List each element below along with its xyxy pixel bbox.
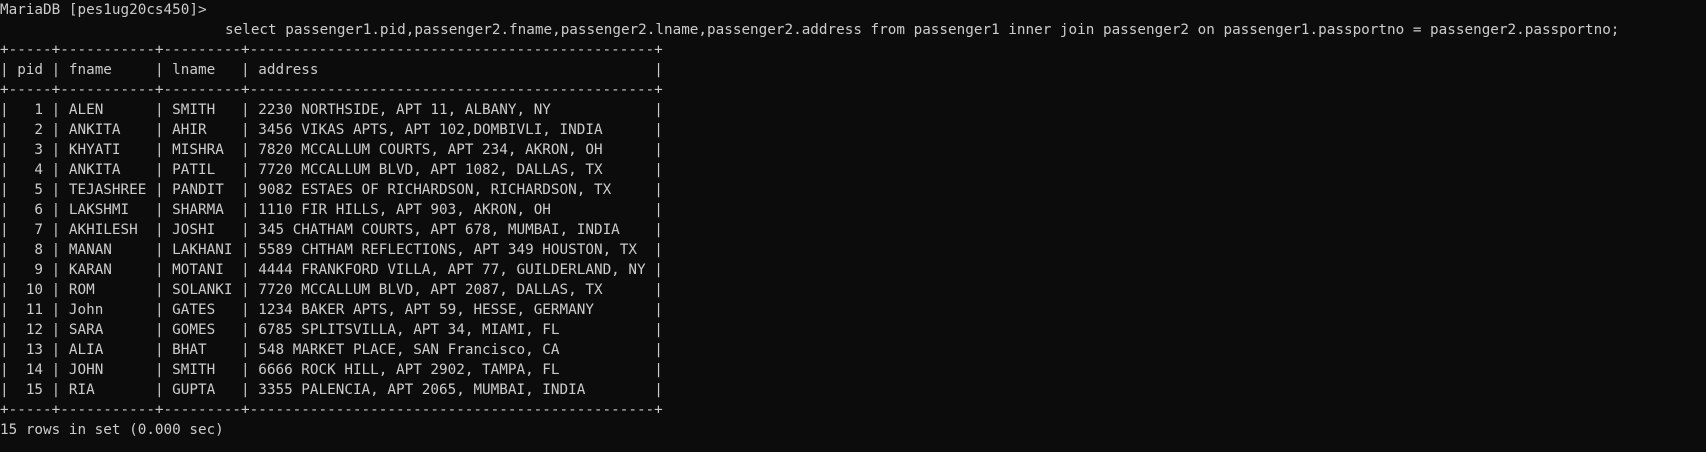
cell-lname: GUPTA xyxy=(172,382,233,398)
cell-address: 3456 VIKAS APTS, APT 102,DOMBIVLI, INDIA xyxy=(258,122,646,138)
cell-pid: 1 xyxy=(17,102,44,118)
table-row: | 15 | RIA | GUPTA | 3355 PALENCIA, APT … xyxy=(0,382,663,398)
cell-pid: 10 xyxy=(17,282,44,298)
cell-fname: JOHN xyxy=(68,362,147,378)
cell-pid: 11 xyxy=(17,302,44,318)
table-row: | 9 | KARAN | MOTANI | 4444 FRANKFORD VI… xyxy=(0,262,663,278)
table-row: | 7 | AKHILESH | JOSHI | 345 CHATHAM COU… xyxy=(0,222,663,238)
cell-address: 345 CHATHAM COURTS, APT 678, MUMBAI, IND… xyxy=(258,222,646,238)
cell-pid: 9 xyxy=(17,262,44,278)
cell-fname: ANKITA xyxy=(68,122,147,138)
cell-address: 2230 NORTHSIDE, APT 11, ALBANY, NY xyxy=(258,102,646,118)
table-row: | 14 | JOHN | SMITH | 6666 ROCK HILL, AP… xyxy=(0,362,663,378)
cell-lname: SOLANKI xyxy=(172,282,233,298)
cell-pid: 6 xyxy=(17,202,44,218)
cell-pid: 7 xyxy=(17,222,44,238)
cell-lname: SMITH xyxy=(172,102,233,118)
column-header-pid: pid xyxy=(17,62,44,78)
cell-lname: PANDIT xyxy=(172,182,233,198)
cell-lname: SHARMA xyxy=(172,202,233,218)
cell-address: 4444 FRANKFORD VILLA, APT 77, GUILDERLAN… xyxy=(258,262,646,278)
cell-pid: 2 xyxy=(17,122,44,138)
cell-lname: AHIR xyxy=(172,122,233,138)
cell-pid: 15 xyxy=(17,382,44,398)
table-border: +-----+-----------+---------+-----------… xyxy=(0,42,663,58)
cell-lname: PATIL xyxy=(172,162,233,178)
cell-fname: John xyxy=(68,302,147,318)
cell-pid: 8 xyxy=(17,242,44,258)
cell-address: 9082 ESTAES OF RICHARDSON, RICHARDSON, T… xyxy=(258,182,646,198)
cell-fname: AKHILESH xyxy=(68,222,147,238)
cell-fname: KARAN xyxy=(68,262,147,278)
cell-pid: 5 xyxy=(17,182,44,198)
table-row: | 5 | TEJASHREE | PANDIT | 9082 ESTAES O… xyxy=(0,182,663,198)
cell-address: 1110 FIR HILLS, APT 903, AKRON, OH xyxy=(258,202,646,218)
cell-lname: MISHRA xyxy=(172,142,233,158)
cell-fname: MANAN xyxy=(68,242,147,258)
cell-fname: ANKITA xyxy=(68,162,147,178)
table-row: | 6 | LAKSHMI | SHARMA | 1110 FIR HILLS,… xyxy=(0,202,663,218)
table-row: | 11 | John | GATES | 1234 BAKER APTS, A… xyxy=(0,302,663,318)
result-summary: 15 rows in set (0.000 sec) xyxy=(0,422,224,438)
terminal-window[interactable]: MariaDB [pes1ug20cs450]> select passenge… xyxy=(0,0,1706,452)
result-table: +-----+-----------+---------+-----------… xyxy=(0,40,1706,420)
table-row: | 2 | ANKITA | AHIR | 3456 VIKAS APTS, A… xyxy=(0,122,663,138)
table-header: | pid | fname | lname | address | xyxy=(0,62,663,78)
table-row: | 12 | SARA | GOMES | 6785 SPLITSVILLA, … xyxy=(0,322,663,338)
cell-lname: JOSHI xyxy=(172,222,233,238)
cell-address: 7820 MCCALLUM COURTS, APT 234, AKRON, OH xyxy=(258,142,646,158)
table-row: | 8 | MANAN | LAKHANI | 5589 CHTHAM REFL… xyxy=(0,242,663,258)
cell-lname: SMITH xyxy=(172,362,233,378)
cell-fname: ROM xyxy=(68,282,147,298)
cell-fname: TEJASHREE xyxy=(68,182,147,198)
cell-address: 7720 MCCALLUM BLVD, APT 1082, DALLAS, TX xyxy=(258,162,646,178)
table-row: | 4 | ANKITA | PATIL | 7720 MCCALLUM BLV… xyxy=(0,162,663,178)
column-header-fname: fname xyxy=(68,62,147,78)
cell-lname: BHAT xyxy=(172,342,233,358)
cell-pid: 14 xyxy=(17,362,44,378)
table-row: | 10 | ROM | SOLANKI | 7720 MCCALLUM BLV… xyxy=(0,282,663,298)
cell-address: 1234 BAKER APTS, APT 59, HESSE, GERMANY xyxy=(258,302,646,318)
cell-address: 548 MARKET PLACE, SAN Francisco, CA xyxy=(258,342,646,358)
sql-query: select passenger1.pid,passenger2.fname,p… xyxy=(225,22,1620,38)
cell-fname: LAKSHMI xyxy=(68,202,147,218)
cell-pid: 3 xyxy=(17,142,44,158)
cell-lname: GATES xyxy=(172,302,233,318)
cell-address: 3355 PALENCIA, APT 2065, MUMBAI, INDIA xyxy=(258,382,646,398)
cell-address: 6666 ROCK HILL, APT 2902, TAMPA, FL xyxy=(258,362,646,378)
mariadb-prompt: MariaDB [pes1ug20cs450]> xyxy=(0,2,207,18)
cell-fname: KHYATI xyxy=(68,142,147,158)
cell-address: 5589 CHTHAM REFLECTIONS, APT 349 HOUSTON… xyxy=(258,242,646,258)
table-row: | 1 | ALEN | SMITH | 2230 NORTHSIDE, APT… xyxy=(0,102,663,118)
cell-pid: 12 xyxy=(17,322,44,338)
table-row: | 13 | ALIA | BHAT | 548 MARKET PLACE, S… xyxy=(0,342,663,358)
table-row: | 3 | KHYATI | MISHRA | 7820 MCCALLUM CO… xyxy=(0,142,663,158)
cell-fname: SARA xyxy=(68,322,147,338)
cell-pid: 13 xyxy=(17,342,44,358)
table-border: +-----+-----------+---------+-----------… xyxy=(0,82,663,98)
column-header-lname: lname xyxy=(172,62,233,78)
cell-address: 6785 SPLITSVILLA, APT 34, MIAMI, FL xyxy=(258,322,646,338)
column-header-address: address xyxy=(258,62,646,78)
cell-lname: GOMES xyxy=(172,322,233,338)
cell-lname: LAKHANI xyxy=(172,242,233,258)
cell-pid: 4 xyxy=(17,162,44,178)
cell-fname: ALIA xyxy=(68,342,147,358)
cell-fname: ALEN xyxy=(68,102,147,118)
cell-lname: MOTANI xyxy=(172,262,233,278)
cell-fname: RIA xyxy=(68,382,147,398)
cell-address: 7720 MCCALLUM BLVD, APT 2087, DALLAS, TX xyxy=(258,282,646,298)
table-border: +-----+-----------+---------+-----------… xyxy=(0,402,663,418)
